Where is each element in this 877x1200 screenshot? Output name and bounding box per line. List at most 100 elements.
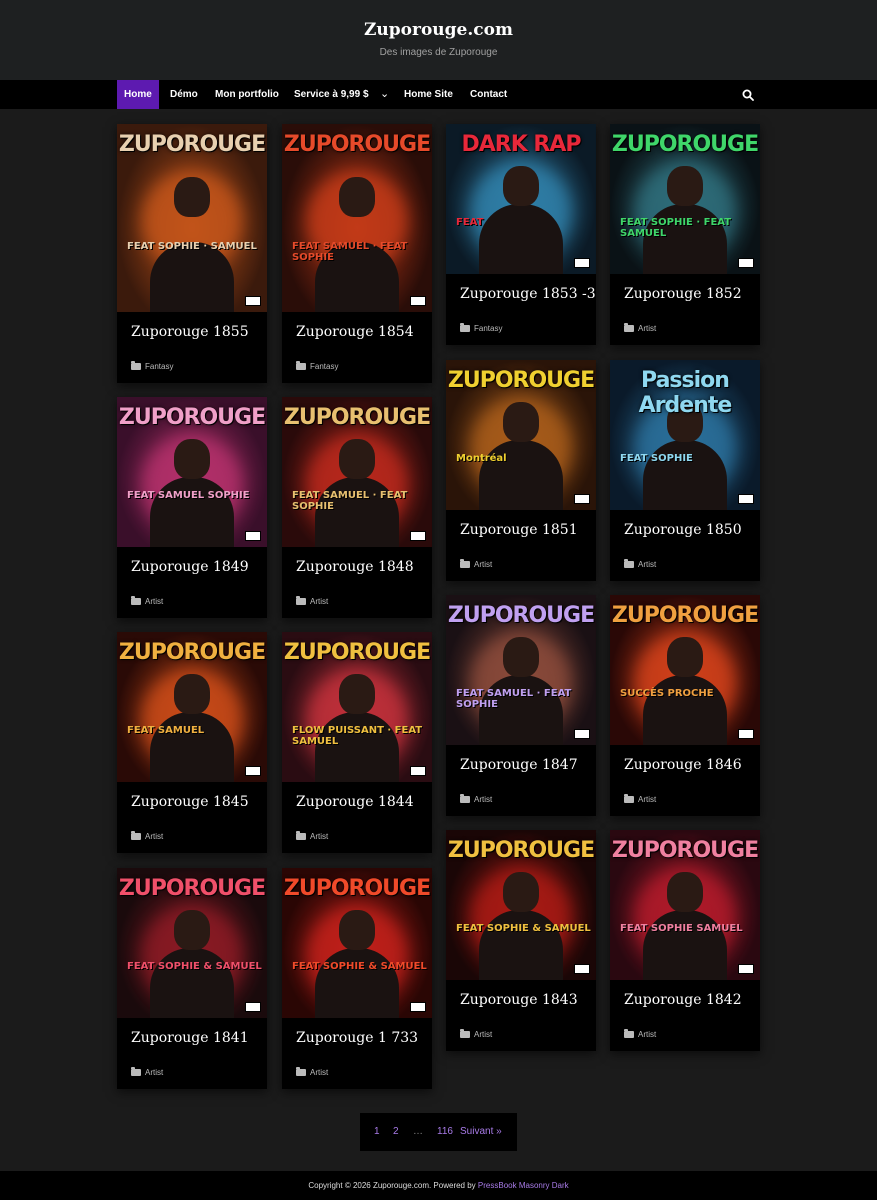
category-label[interactable]: Fantasy [145, 362, 173, 371]
post-thumbnail[interactable]: Passion Ardente FEAT SOPHIE [610, 360, 760, 510]
site-title[interactable]: Zuporouge.com [0, 20, 877, 40]
category-label[interactable]: Artist [310, 597, 328, 606]
nav-item-demo[interactable]: Démo [170, 80, 198, 109]
category-label[interactable]: Artist [638, 795, 656, 804]
advisory-label [245, 296, 261, 306]
artwork-figure [150, 477, 234, 547]
category-label[interactable]: Artist [474, 795, 492, 804]
post-thumbnail[interactable]: DARK RAP FEAT [446, 124, 596, 274]
category-label[interactable]: Artist [638, 324, 656, 333]
post-thumbnail[interactable]: ZUPOROUGE FEAT SAMUEL · FEAT SOPHIE [282, 124, 432, 312]
post-thumbnail[interactable]: ZUPOROUGE FEAT SOPHIE · SAMUEL [117, 124, 267, 312]
artwork-title: ZUPOROUGE [118, 640, 266, 665]
artwork-figure [315, 712, 399, 782]
post-thumbnail[interactable]: ZUPOROUGE FLOW PUISSANT · FEAT SAMUEL [282, 632, 432, 782]
post-category: Fantasy [446, 323, 596, 345]
post-category: Artist [117, 596, 267, 618]
nav-item-home[interactable]: Home [117, 80, 159, 109]
folder-icon [131, 361, 141, 370]
artwork-title: ZUPOROUGE [611, 838, 759, 863]
post-card[interactable]: ZUPOROUGE SUCCÈS PROCHE Zuporouge 1846 Arti… [610, 595, 760, 816]
category-label[interactable]: Artist [145, 832, 163, 841]
post-card[interactable]: ZUPOROUGE FEAT SOPHIE & SAMUEL Zuporouge 1… [282, 868, 432, 1089]
post-title[interactable]: Zuporouge 1851 [446, 510, 596, 560]
post-card[interactable]: ZUPOROUGE FEAT SAMUEL · FEAT SOPHIE Zuporo… [446, 595, 596, 816]
post-card[interactable]: ZUPOROUGE FEAT SOPHIE · SAMUEL Zuporouge 1… [117, 124, 267, 383]
artwork-head [503, 166, 539, 206]
artwork-figure [479, 440, 563, 510]
advisory-label [738, 729, 754, 739]
post-title[interactable]: Zuporouge 1 733 [282, 1018, 432, 1068]
post-card[interactable]: ZUPOROUGE FEAT SAMUEL SOPHIE Zuporouge 184… [117, 397, 267, 618]
post-title[interactable]: Zuporouge 1844 [282, 782, 432, 832]
category-label[interactable]: Fantasy [310, 362, 338, 371]
page-link-last[interactable]: 116 [437, 1113, 453, 1151]
folder-icon [460, 559, 470, 568]
post-thumbnail[interactable]: ZUPOROUGE FEAT SOPHIE · FEAT SAMUEL [610, 124, 760, 274]
post-thumbnail[interactable]: ZUPOROUGE FEAT SOPHIE SAMUEL [610, 830, 760, 980]
post-title[interactable]: Zuporouge 1843 [446, 980, 596, 1030]
category-label[interactable]: Artist [145, 597, 163, 606]
post-card[interactable]: ZUPOROUGE FLOW PUISSANT · FEAT SAMUEL Zupo… [282, 632, 432, 853]
post-title[interactable]: Zuporouge 1845 [117, 782, 267, 832]
post-card[interactable]: ZUPOROUGE FEAT SOPHIE SAMUEL Zuporouge 184… [610, 830, 760, 1051]
post-thumbnail[interactable]: ZUPOROUGE FEAT SAMUEL [117, 632, 267, 782]
category-label[interactable]: Artist [310, 1068, 328, 1077]
post-title[interactable]: Zuporouge 1848 [282, 547, 432, 597]
post-card[interactable]: Passion Ardente FEAT SOPHIE Zuporouge 1850… [610, 360, 760, 581]
post-card[interactable]: ZUPOROUGE FEAT SAMUEL · FEAT SOPHIE Zuporo… [282, 124, 432, 383]
post-title[interactable]: Zuporouge 1855 [117, 312, 267, 362]
artwork-title: ZUPOROUGE [447, 603, 595, 628]
artwork-head [339, 176, 375, 217]
post-card[interactable]: ZUPOROUGE FEAT SAMUEL Zuporouge 1845 Artist [117, 632, 267, 853]
category-label[interactable]: Artist [474, 1030, 492, 1039]
nav-item-home-site[interactable]: Home Site [404, 80, 453, 109]
post-thumbnail[interactable]: ZUPOROUGE FEAT SOPHIE & SAMUEL [282, 868, 432, 1018]
post-category: Artist [610, 559, 760, 581]
page-link-2[interactable]: 2 [393, 1113, 399, 1151]
post-category: Artist [610, 794, 760, 816]
nav-item-service[interactable]: Service à 9,99 $ [294, 80, 369, 109]
page-link-1[interactable]: 1 [374, 1113, 380, 1151]
post-title[interactable]: Zuporouge 1841 [117, 1018, 267, 1068]
footer-theme-link[interactable]: PressBook Masonry Dark [478, 1181, 569, 1190]
post-title[interactable]: Zuporouge 1854 [282, 312, 432, 362]
next-page-link[interactable]: Suivant » [460, 1113, 502, 1151]
post-card[interactable]: ZUPOROUGE FEAT SOPHIE · FEAT SAMUEL Zuporo… [610, 124, 760, 345]
post-title[interactable]: Zuporouge 1852 [610, 274, 760, 324]
post-thumbnail[interactable]: ZUPOROUGE FEAT SAMUEL · FEAT SOPHIE [282, 397, 432, 547]
post-thumbnail[interactable]: ZUPOROUGE Montréal [446, 360, 596, 510]
nav-item-contact[interactable]: Contact [470, 80, 507, 109]
category-label[interactable]: Fantasy [474, 324, 502, 333]
post-category: Artist [282, 596, 432, 618]
post-thumbnail[interactable]: ZUPOROUGE SUCCÈS PROCHE [610, 595, 760, 745]
nav-item-portfolio[interactable]: Mon portfolio [215, 80, 279, 109]
post-title[interactable]: Zuporouge 1850 [610, 510, 760, 560]
artwork-feat-text: FEAT SOPHIE SAMUEL [620, 923, 743, 934]
category-label[interactable]: Artist [638, 560, 656, 569]
category-label[interactable]: Artist [145, 1068, 163, 1077]
post-thumbnail[interactable]: ZUPOROUGE FEAT SAMUEL SOPHIE [117, 397, 267, 547]
category-label[interactable]: Artist [310, 832, 328, 841]
post-card[interactable]: ZUPOROUGE FEAT SAMUEL · FEAT SOPHIE Zuporo… [282, 397, 432, 618]
post-card[interactable]: ZUPOROUGE Montréal Zuporouge 1851 Artist [446, 360, 596, 581]
advisory-label [410, 766, 426, 776]
artwork-title: ZUPOROUGE [118, 405, 266, 430]
pagination: 1 2 … 116 Suivant » [360, 1113, 517, 1151]
post-title[interactable]: Zuporouge 1853 -3 [446, 274, 596, 324]
search-icon[interactable] [742, 89, 754, 101]
post-title[interactable]: Zuporouge 1842 [610, 980, 760, 1030]
post-thumbnail[interactable]: ZUPOROUGE FEAT SOPHIE & SAMUEL [446, 830, 596, 980]
post-title[interactable]: Zuporouge 1846 [610, 745, 760, 795]
post-title[interactable]: Zuporouge 1847 [446, 745, 596, 795]
artwork-feat-text: FEAT SOPHIE · FEAT SAMUEL [620, 217, 732, 239]
post-thumbnail[interactable]: ZUPOROUGE FEAT SOPHIE & SAMUEL [117, 868, 267, 1018]
post-card[interactable]: ZUPOROUGE FEAT SOPHIE & SAMUEL Zuporouge 1… [117, 868, 267, 1089]
category-label[interactable]: Artist [474, 560, 492, 569]
post-card[interactable]: ZUPOROUGE FEAT SOPHIE & SAMUEL Zuporouge 1… [446, 830, 596, 1051]
post-thumbnail[interactable]: ZUPOROUGE FEAT SAMUEL · FEAT SOPHIE [446, 595, 596, 745]
post-card[interactable]: DARK RAP FEAT Zuporouge 1853 -3 Fantasy [446, 124, 596, 345]
chevron-down-icon[interactable]: ⌄ [380, 80, 389, 109]
post-title[interactable]: Zuporouge 1849 [117, 547, 267, 597]
category-label[interactable]: Artist [638, 1030, 656, 1039]
